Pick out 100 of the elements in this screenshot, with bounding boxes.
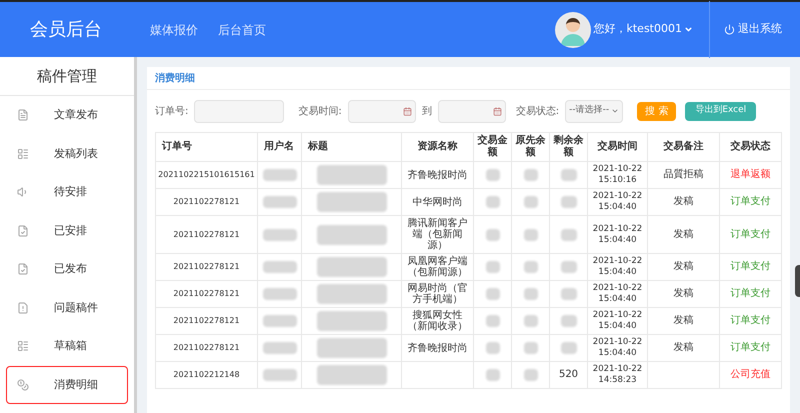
document-check-icon	[17, 263, 29, 276]
redacted-block	[262, 196, 296, 208]
site-title: 会员后台	[30, 18, 103, 42]
redacted-block	[524, 261, 538, 273]
column-header: 原先余额	[512, 132, 550, 162]
caret-icon	[611, 107, 620, 115]
panel-title: 消费明细	[155, 72, 195, 86]
redacted-block	[560, 169, 576, 181]
filter-label: 到	[422, 104, 432, 118]
user-menu[interactable]: 您好，ktest0001	[594, 21, 693, 38]
column-header: 用户名	[258, 132, 302, 162]
redacted-block	[486, 369, 500, 381]
list-icon	[17, 148, 29, 160]
redacted-block	[262, 342, 296, 354]
redacted-block	[560, 288, 576, 300]
status-text: 订单支付	[730, 315, 770, 326]
sidebar-title: 稿件管理	[0, 57, 134, 96]
table-cell: 2021102278121	[156, 334, 258, 362]
redacted-block	[316, 224, 386, 244]
table-cell: 2021-10-22 14:58:23	[588, 362, 648, 388]
sidebar-item[interactable]: 问题稿件	[6, 288, 128, 327]
sidebar-item[interactable]: 草稿箱	[6, 327, 128, 366]
table-cell: 发稿	[648, 334, 720, 362]
start-date-field[interactable]	[348, 100, 416, 122]
redacted-block	[560, 228, 576, 240]
status-text: 订单支付	[730, 288, 770, 299]
column-header: 订单号	[156, 132, 258, 162]
table-cell: 520	[550, 362, 588, 388]
avatar[interactable]	[554, 12, 590, 48]
speaker-icon	[17, 186, 29, 198]
redacted-block	[486, 169, 500, 181]
sidebar-item[interactable]: 发稿列表	[6, 134, 128, 173]
table-cell: 发稿	[648, 188, 720, 216]
calendar-icon	[402, 106, 412, 116]
redacted-block	[524, 196, 538, 208]
table-cell: 凤凰网客户端（包新闻源）	[402, 254, 474, 280]
table-cell: 发稿	[648, 308, 720, 334]
redacted-block	[262, 261, 296, 273]
filter-label: 交易时间:	[298, 104, 342, 118]
table-cell: 齐鲁晚报时尚	[402, 334, 474, 362]
status-text: 订单支付	[730, 261, 770, 272]
coins-icon	[17, 378, 29, 391]
document-check-icon	[17, 224, 29, 237]
sidebar-item[interactable]: 待安排	[6, 173, 128, 212]
status-select[interactable]: --请选择--	[565, 100, 624, 122]
redacted-block	[316, 284, 386, 304]
redacted-block	[560, 315, 576, 327]
redacted-block	[486, 315, 500, 327]
sidebar-item[interactable]: 文章发布	[6, 96, 128, 134]
column-header: 标题	[302, 132, 402, 162]
table-cell: 品質拒稿	[648, 162, 720, 188]
table-cell: 2021-10-22 15:04:40	[588, 334, 648, 362]
redacted-block	[560, 261, 576, 273]
redacted-block	[524, 288, 538, 300]
logout-button[interactable]: 退出系统	[724, 21, 782, 38]
redacted-block	[560, 342, 576, 354]
column-header: 资源名称	[402, 132, 474, 162]
column-header: 交易状态	[720, 132, 782, 162]
redacted-block	[262, 369, 296, 381]
redacted-block	[524, 369, 538, 381]
sidebar-item[interactable]: 已发布	[6, 250, 128, 288]
table-cell: 2021102215101615161	[156, 162, 258, 188]
redacted-block	[560, 196, 576, 208]
redacted-block	[524, 169, 538, 181]
sidebar-item[interactable]: 已安排	[6, 212, 128, 250]
scrollbar-thumb[interactable]	[795, 265, 800, 297]
end-date-field[interactable]	[438, 100, 506, 122]
table-cell: 2021102278121	[156, 188, 258, 216]
sidebar-item[interactable]: 消费明细	[6, 366, 128, 404]
redacted-block	[262, 228, 296, 240]
document-warning-icon	[17, 302, 29, 314]
table-cell: 2021102278121	[156, 254, 258, 280]
column-header: 交易备注	[648, 132, 720, 162]
column-header: 交易金额	[474, 132, 512, 162]
caret-icon	[684, 25, 693, 34]
status-text: 退单返额	[730, 169, 770, 180]
column-header: 剩余余额	[550, 132, 588, 162]
redacted-block	[524, 342, 538, 354]
redacted-block	[486, 196, 500, 208]
redacted-block	[262, 288, 296, 300]
order-number-field[interactable]	[194, 100, 284, 122]
table-cell: 发稿	[648, 216, 720, 254]
redacted-block	[316, 365, 386, 385]
table-cell: 腾讯新闻客户端（包新闻源）	[402, 216, 474, 254]
redacted-block	[524, 228, 538, 240]
redacted-block	[316, 257, 386, 277]
table-cell: 网易时尚（官方手机端）	[402, 280, 474, 308]
calendar-icon	[492, 106, 502, 116]
table-cell: 2021102212148	[156, 362, 258, 388]
redacted-block	[316, 165, 386, 185]
redacted-block	[524, 315, 538, 327]
redacted-block	[316, 338, 386, 358]
redacted-block	[316, 192, 386, 212]
status-text: 公司充值	[730, 369, 770, 380]
table-cell: 齐鲁晚报时尚	[402, 162, 474, 188]
table-cell: 2021-10-22 15:04:40	[588, 280, 648, 308]
document-icon	[17, 109, 29, 122]
table-cell: 搜狐网女性（新闻收录）	[402, 308, 474, 334]
redacted-block	[262, 169, 296, 181]
redacted-block	[316, 311, 386, 331]
